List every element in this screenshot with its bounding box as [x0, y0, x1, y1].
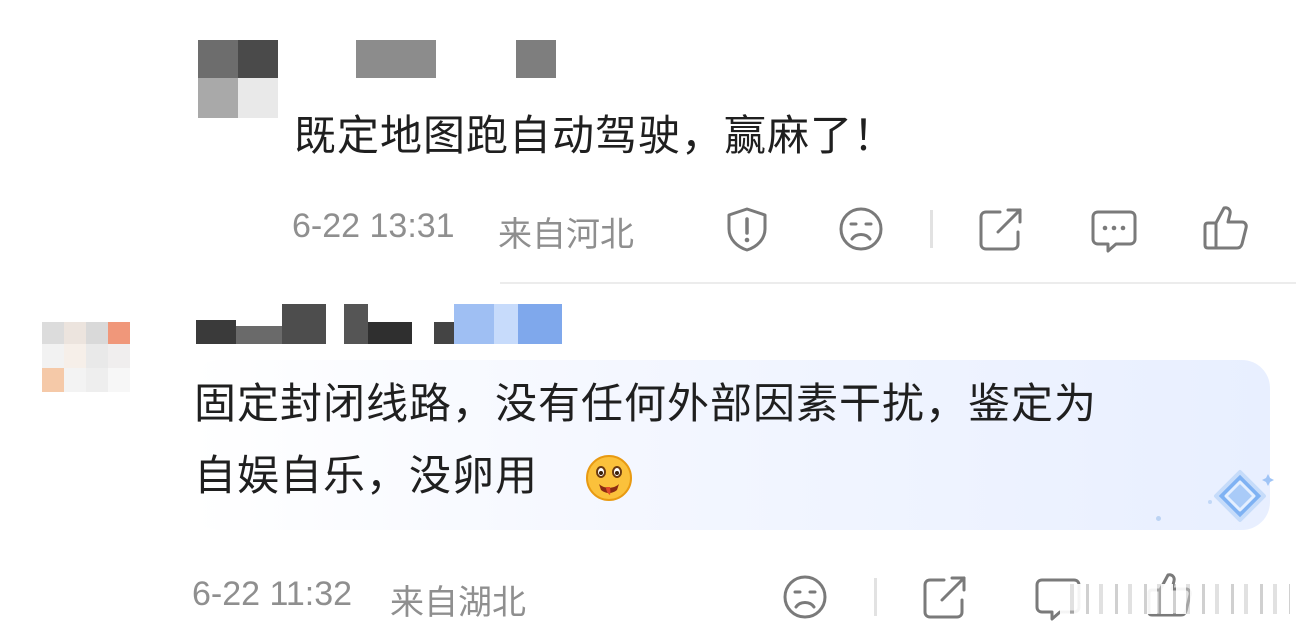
comment-location: 来自湖北: [390, 584, 526, 622]
comment-text-line2: 自娱自乐，没卵用: [194, 451, 539, 500]
comment-divider: [500, 282, 1296, 284]
thumbs-up-icon[interactable]: [1202, 203, 1250, 251]
watermark: [1040, 580, 1296, 620]
report-icon[interactable]: [722, 205, 772, 253]
comment-text-line1: 固定封闭线路，没有任何外部因素干扰，鉴定为: [194, 379, 1098, 428]
drooling-face-emoji: [584, 453, 634, 503]
divider-vertical: [874, 578, 877, 616]
share-icon[interactable]: [978, 206, 1026, 252]
comment-icon[interactable]: [1090, 208, 1138, 254]
comment-location: 来自河北: [498, 216, 634, 254]
share-icon[interactable]: [922, 574, 970, 620]
decorative-dot: [1156, 516, 1161, 521]
comment-text: 既定地图跑自动驾驶，赢麻了！: [294, 111, 897, 160]
sad-face-icon[interactable]: [782, 574, 828, 620]
avatar[interactable]: [198, 40, 278, 118]
sad-face-icon[interactable]: [838, 206, 884, 252]
divider-vertical: [930, 210, 933, 248]
comment-time: 6-22 13:31: [292, 207, 455, 245]
avatar[interactable]: [42, 322, 130, 392]
comment-time: 6-22 11:32: [192, 575, 353, 613]
diamond-badge-icon: [1196, 466, 1286, 532]
